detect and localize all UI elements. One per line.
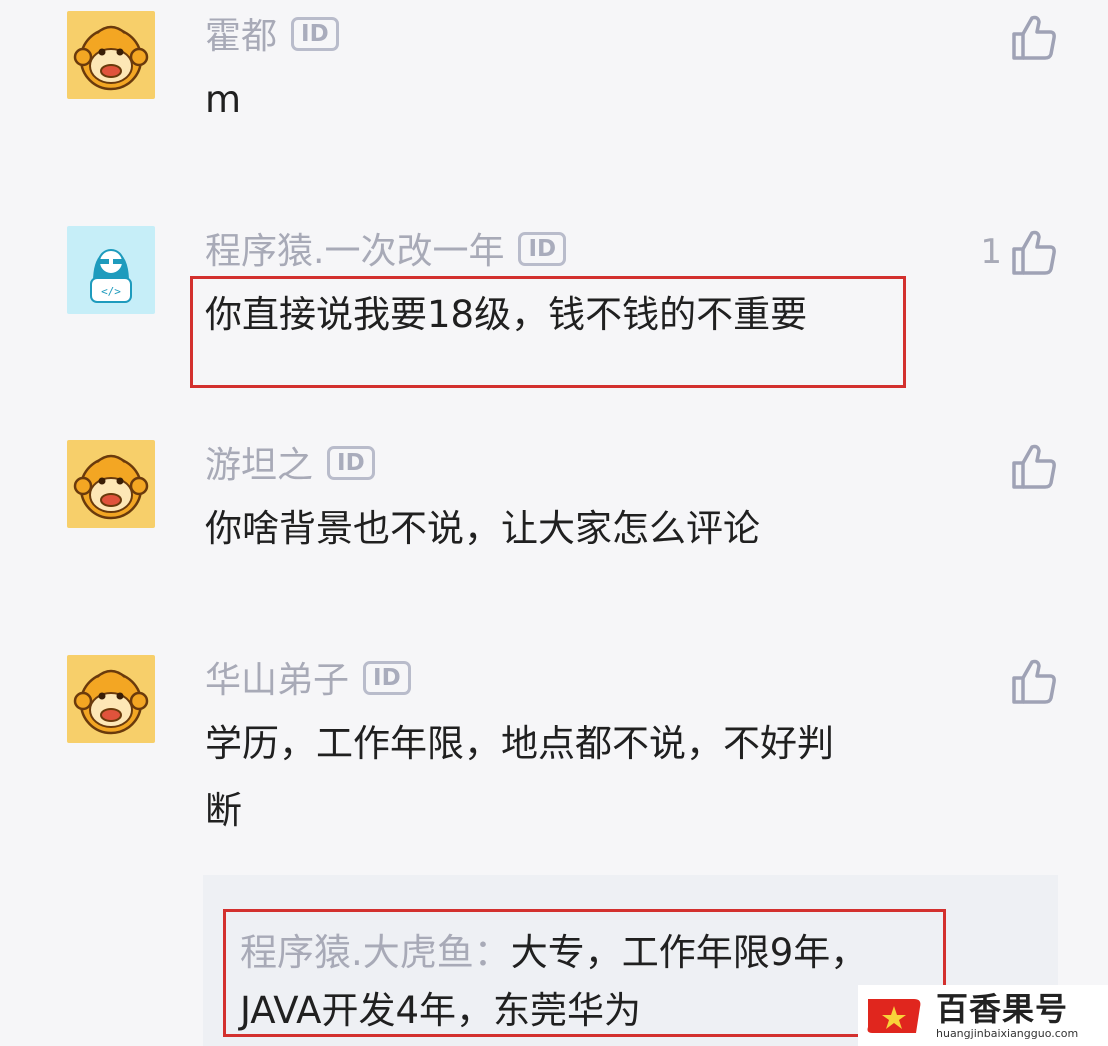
thumbs-up-icon <box>1012 659 1056 704</box>
id-badge-icon: ID <box>518 232 567 266</box>
watermark-title: 百香果号 <box>936 989 1069 1028</box>
highlight-box <box>190 276 906 388</box>
comment-username[interactable]: 霍都 ID <box>205 15 339 59</box>
comment-text: 你啥背景也不说，让大家怎么评论 <box>205 507 760 550</box>
username-text: 华山弟子 <box>205 660 350 701</box>
comment-text: m <box>205 78 242 121</box>
like-button[interactable]: 1 <box>980 227 1058 277</box>
monkey-avatar[interactable] <box>67 440 155 528</box>
username-text: 游坦之 <box>205 445 314 486</box>
id-badge-icon: ID <box>363 661 411 695</box>
like-button[interactable] <box>1002 441 1058 491</box>
monkey-avatar[interactable] <box>67 11 155 99</box>
monkey-avatar[interactable] <box>67 655 155 743</box>
coder-avatar[interactable]: </> <box>67 226 155 314</box>
username-text: 霍都 <box>205 16 278 57</box>
id-badge-icon: ID <box>291 17 339 51</box>
monkey-icon <box>73 454 149 520</box>
comment-username[interactable]: 程序猿.一次改一年 ID <box>205 230 567 274</box>
like-button[interactable] <box>1002 656 1058 706</box>
comment-username[interactable]: 华山弟子 ID <box>205 659 411 703</box>
watermark: 百香果号 huangjinbaixiangguo.com <box>858 985 1108 1046</box>
like-button[interactable] <box>1002 12 1058 62</box>
comment-username[interactable]: 游坦之 ID <box>205 444 375 488</box>
thumbs-up-icon <box>1012 230 1056 275</box>
username-text: 程序猿.一次改一年 <box>205 231 505 272</box>
like-count: 1 <box>980 232 1002 272</box>
svg-text:</>: </> <box>101 285 121 298</box>
watermark-subtitle: huangjinbaixiangguo.com <box>936 1026 1079 1040</box>
monkey-icon <box>73 669 149 735</box>
coder-icon: </> <box>90 249 132 303</box>
red-flag-star-icon <box>867 998 921 1033</box>
comment-text-line: 学历，工作年限，地点都不说，不好判 <box>205 722 834 765</box>
thumbs-up-icon <box>1012 15 1056 60</box>
highlight-box <box>223 909 946 1037</box>
monkey-icon <box>73 25 149 91</box>
comment-text-line: 断 <box>205 789 242 832</box>
id-badge-icon: ID <box>327 446 375 480</box>
thumbs-up-icon <box>1012 444 1056 489</box>
